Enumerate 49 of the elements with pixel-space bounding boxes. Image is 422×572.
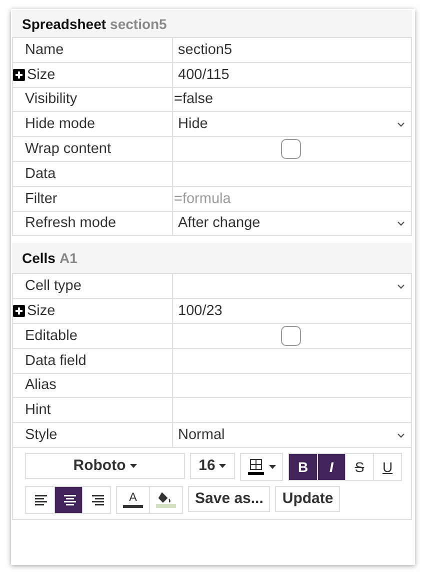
paint-bucket-icon — [156, 491, 176, 508]
expand-icon[interactable] — [13, 305, 25, 318]
property-label: Style — [25, 427, 58, 444]
align-center-button[interactable] — [54, 486, 82, 513]
chevron-down-icon — [397, 122, 405, 127]
chevron-down-icon — [397, 220, 405, 226]
expand-icon[interactable] — [13, 68, 25, 81]
align-right-icon — [90, 494, 104, 506]
property-label: Size — [27, 303, 56, 320]
bold-button[interactable]: B — [289, 454, 317, 480]
dropdown-field[interactable]: After change — [173, 212, 411, 236]
property-label: Refresh mode — [25, 215, 116, 232]
property-label: Wrap content — [25, 141, 111, 158]
chevron-down-icon — [397, 432, 405, 438]
caret-icon — [269, 464, 276, 469]
section-subtitle: A1 — [59, 250, 78, 266]
action-button[interactable]: Save as... — [188, 486, 270, 512]
property-label: Filter — [25, 190, 58, 207]
section-title: Spreadsheet — [22, 16, 106, 32]
dropdown-field[interactable]: Hide — [173, 112, 411, 136]
property-label: Hint — [25, 402, 51, 418]
input-field[interactable]: 100/23 — [173, 299, 411, 323]
font-size-dropdown[interactable]: 16 — [190, 452, 235, 479]
caret-icon — [219, 464, 226, 468]
checkbox[interactable] — [281, 139, 301, 160]
section-subtitle: section5 — [110, 16, 167, 32]
caret-icon — [130, 464, 137, 468]
property-label: Data field — [25, 352, 86, 369]
font-dropdown[interactable]: Roboto — [25, 452, 185, 479]
align-center-icon — [62, 494, 76, 506]
property-label: Visibility — [25, 91, 78, 108]
checkbox[interactable] — [281, 326, 301, 346]
dropdown-field[interactable]: Normal — [173, 423, 411, 447]
input-field[interactable]: section5 — [173, 38, 411, 62]
property-label: Size — [27, 66, 56, 83]
chevron-down-icon — [397, 284, 405, 289]
property-label: Cell type — [25, 278, 82, 294]
property-label: Name — [25, 42, 64, 58]
borders-icon — [247, 458, 265, 476]
property-label: Data — [25, 166, 56, 182]
section-title: Cells — [22, 250, 56, 266]
property-label: Alias — [25, 377, 56, 394]
input-field[interactable]: =false — [173, 88, 411, 112]
align-left-icon — [33, 494, 47, 506]
property-label: Hide mode — [25, 116, 96, 132]
italic-button[interactable]: I — [317, 454, 345, 480]
action-button[interactable]: Update — [275, 486, 340, 512]
property-label: Editable — [25, 328, 78, 344]
input-field[interactable]: 400/115 — [173, 62, 411, 87]
